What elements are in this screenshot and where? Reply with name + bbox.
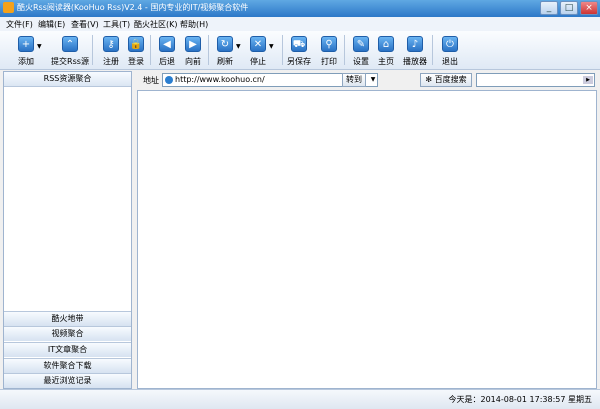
add-button[interactable]: + ▼ 添加 — [11, 34, 42, 68]
dropdown-arrow-icon[interactable]: ▼ — [37, 43, 42, 50]
menu-community[interactable]: 酷火社区(K) — [134, 19, 178, 30]
wrench-icon: ✎ — [353, 36, 369, 52]
forward-arrow-icon: ▶ — [185, 36, 201, 52]
address-dropdown-icon[interactable]: ▼ — [369, 74, 377, 86]
menu-bar: 文件(F) 编辑(E) 查看(V) 工具(T) 酷火社区(K) 帮助(H) — [0, 17, 600, 31]
sidebar-category-it-articles[interactable]: IT文章聚合 — [4, 342, 131, 357]
sidebar-category-koohuo[interactable]: 酷火地带 — [4, 311, 131, 326]
sidebar-category-history[interactable]: 最近浏览记录 — [4, 373, 131, 388]
window-title: 酷火Rss阅读器(KooHuo Rss)V2.4 - 国内专业的IT/视频聚合软… — [17, 3, 249, 12]
sidebar-category-software[interactable]: 软件聚合下载 — [4, 358, 131, 373]
address-label: 地址 — [143, 76, 159, 85]
double-chevron-up-icon: ⌃ — [62, 36, 78, 52]
search-go-icon[interactable]: ▶ — [583, 76, 593, 84]
cart-icon: ⛟ — [291, 36, 307, 52]
menu-tools[interactable]: 工具(T) — [103, 19, 130, 30]
ie-icon — [165, 76, 173, 84]
menu-view[interactable]: 查看(V) — [71, 19, 99, 30]
dropdown-arrow-icon[interactable]: ▼ — [236, 43, 241, 50]
toolbar: + ▼ 添加 ⌃ 提交Rss源 ⚷ 注册 🔒 登录 ◀ 后退 ▶ 向前 ↻ ▼ … — [0, 31, 600, 70]
plus-icon: + — [18, 36, 34, 52]
refresh-icon: ↻ — [217, 36, 233, 52]
stop-button[interactable]: ✕ ▼ 停止 — [243, 34, 274, 68]
title-bar: 酷火Rss阅读器(KooHuo Rss)V2.4 - 国内专业的IT/视频聚合软… — [0, 0, 600, 17]
power-icon: ⏻ — [442, 36, 458, 52]
address-value: http://www.koohuo.cn/ — [175, 75, 265, 84]
stop-icon: ✕ — [250, 36, 266, 52]
refresh-button[interactable]: ↻ ▼ 刷新 — [210, 34, 241, 68]
address-bar: 地址 http://www.koohuo.cn/ ▼ 转到 ✻ 百度搜索 ▶ — [137, 71, 597, 89]
menu-help[interactable]: 帮助(H) — [180, 19, 208, 30]
sidebar-header[interactable]: RSS资源聚合 — [4, 72, 131, 87]
exit-button[interactable]: ⏻ 退出 — [435, 34, 465, 68]
minimize-button[interactable]: _ — [540, 1, 558, 15]
paw-icon: ✻ — [425, 75, 433, 84]
status-datetime: 今天是：2014-08-01 17:38:57 星期五 — [448, 395, 592, 404]
browser-content[interactable] — [137, 90, 597, 389]
player-button[interactable]: ♪ 播放器 — [400, 34, 430, 68]
dropdown-arrow-icon[interactable]: ▼ — [269, 43, 274, 50]
sidebar: RSS资源聚合 酷火地带 视频聚合 IT文章聚合 软件聚合下载 最近浏览记录 — [3, 71, 132, 389]
close-button[interactable]: × — [580, 1, 598, 15]
goto-button[interactable]: 转到 — [342, 73, 366, 87]
search-icon: ⚲ — [321, 36, 337, 52]
menu-edit[interactable]: 编辑(E) — [38, 19, 65, 30]
baidu-search-button[interactable]: ✻ 百度搜索 — [420, 73, 472, 87]
key-icon: ⚷ — [103, 36, 119, 52]
app-icon — [3, 2, 14, 13]
sidebar-category-video[interactable]: 视频聚合 — [4, 326, 131, 341]
lock-icon: 🔒 — [128, 36, 144, 52]
search-input[interactable]: ▶ — [476, 73, 595, 87]
maximize-button[interactable]: □ — [560, 1, 578, 15]
status-bar: 今天是：2014-08-01 17:38:57 星期五 — [0, 389, 600, 409]
music-note-icon: ♪ — [407, 36, 423, 52]
submit-rss-button[interactable]: ⌃ 提交Rss源 — [51, 34, 89, 68]
home-icon: ⌂ — [378, 36, 394, 52]
back-arrow-icon: ◀ — [159, 36, 175, 52]
menu-file[interactable]: 文件(F) — [6, 19, 33, 30]
